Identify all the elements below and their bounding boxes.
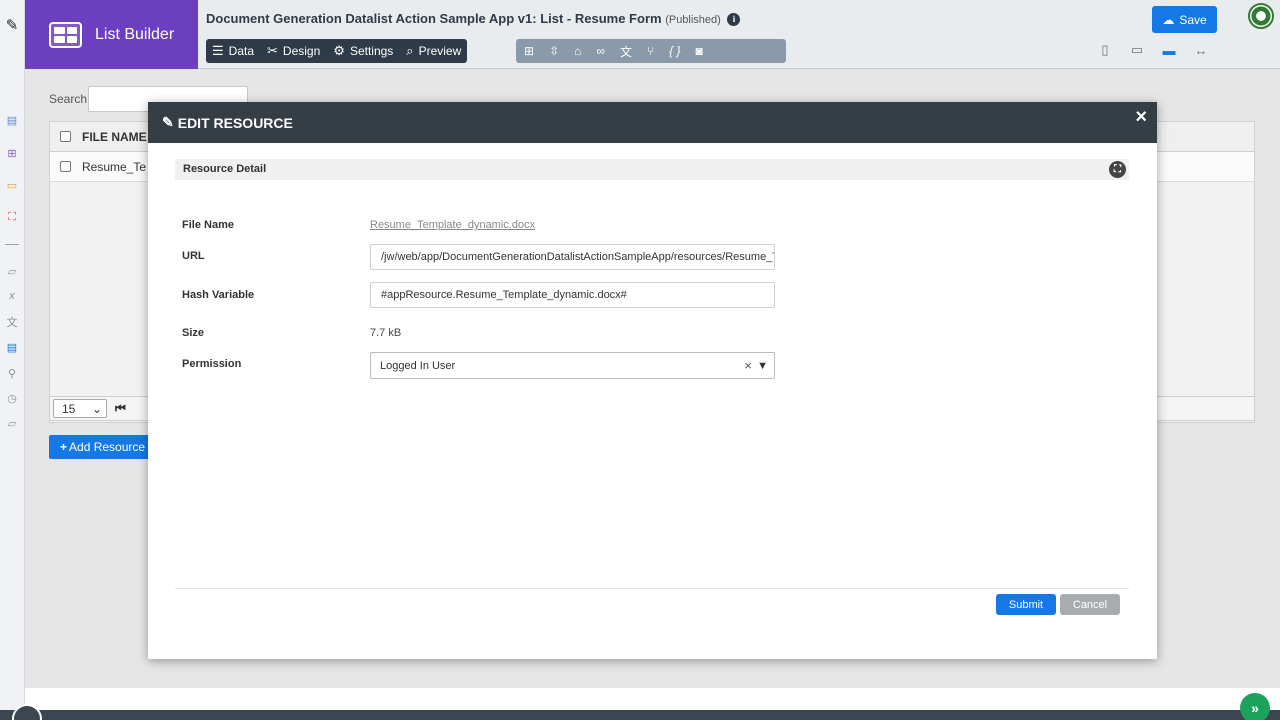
nav-preview[interactable]: ⌕ Preview: [406, 43, 461, 59]
hash-variable-label: Hash Variable: [182, 289, 255, 301]
search-label: Search: [49, 92, 88, 106]
row-checkbox[interactable]: [60, 161, 71, 172]
process-icon[interactable]: ⛶: [5, 210, 19, 224]
expand-arrows-icon[interactable]: »: [1240, 693, 1270, 720]
bottom-white-strip: [25, 688, 1280, 710]
submit-button[interactable]: Submit: [996, 594, 1056, 615]
add-resource-button[interactable]: + Add Resource: [49, 435, 159, 459]
nav-design-label: Design: [282, 44, 321, 58]
file-name-link[interactable]: Resume_Template_dynamic.docx: [370, 219, 535, 231]
rail-divider: [5, 244, 19, 245]
nav-design[interactable]: ✂ Design: [267, 43, 320, 59]
dashboard-icon[interactable]: ◷: [5, 391, 19, 405]
brand-title: List Builder: [95, 25, 175, 43]
pencil-icon: ✎: [162, 114, 174, 130]
cancel-button[interactable]: Cancel: [1060, 594, 1120, 615]
select-all-checkbox[interactable]: [60, 131, 71, 142]
import-icon[interactable]: ⇳: [549, 44, 559, 58]
save-button[interactable]: ☁ Save: [1152, 6, 1217, 33]
phone-icon[interactable]: ▯: [1097, 42, 1113, 58]
url-label: URL: [182, 250, 205, 262]
fullscreen-icon[interactable]: ⛶: [1109, 161, 1126, 178]
list-builder-logo-icon: [49, 21, 82, 48]
edit-icon[interactable]: ✎: [5, 17, 19, 34]
section-header: Resource Detail ⛶: [175, 159, 1129, 180]
glasses-icon[interactable]: ∞: [596, 44, 605, 58]
builder-nav: ☰ Data ✂ Design ⚙ Settings ⌕ Preview: [206, 39, 468, 63]
top-header: List Builder Document Generation Datalis…: [25, 0, 1280, 69]
app-title-text: Document Generation Datalist Action Samp…: [206, 11, 662, 26]
nav-data[interactable]: ☰ Data: [212, 43, 254, 59]
brand-block[interactable]: List Builder: [25, 0, 198, 69]
sitemap-icon[interactable]: ⊞: [524, 44, 534, 58]
chevron-down-icon: ▼: [757, 359, 768, 372]
camera-icon[interactable]: ◙: [696, 44, 703, 58]
file-name-label: File Name: [182, 219, 234, 231]
tablet-icon[interactable]: ▭: [1129, 42, 1145, 58]
nav-settings[interactable]: ⚙ Settings: [333, 43, 393, 59]
resize-icon[interactable]: ↔: [1193, 42, 1209, 58]
userview-icon[interactable]: ▭: [5, 178, 19, 192]
left-icon-rail: ✎ ▤ ⊞ ▭ ⛶ ▱ x 文 ▤ ⚲ ◷ ▱: [0, 0, 25, 720]
resource-icon[interactable]: ▤: [5, 340, 19, 354]
page-size-select[interactable]: 15 ⌄: [53, 399, 107, 418]
plus-icon: +: [60, 440, 68, 454]
save-label: Save: [1179, 12, 1207, 27]
branch-icon[interactable]: ⑂: [647, 44, 654, 58]
export-icon[interactable]: ▱: [5, 416, 19, 430]
permission-label: Permission: [182, 358, 242, 370]
permission-value: Logged In User: [380, 359, 456, 372]
info-icon[interactable]: i: [727, 13, 741, 26]
page-size-value: 15: [62, 401, 76, 416]
device-switcher: ▯ ▭ ▬ ↔: [1097, 42, 1209, 58]
size-value: 7.7 kB: [370, 327, 402, 339]
modal-header: ✎ EDIT RESOURCE ×: [148, 102, 1157, 143]
first-page-icon[interactable]: ⏮: [115, 401, 126, 416]
clear-icon[interactable]: ×: [744, 358, 752, 373]
tool-bar: ⊞ ⇳ ⌂ ∞ 文 ⑂ { } ◙: [516, 39, 786, 63]
variable-icon[interactable]: x: [5, 289, 19, 303]
list-icon: ☰: [212, 43, 224, 58]
nav-preview-label: Preview: [418, 44, 462, 58]
translate-icon[interactable]: 文: [620, 43, 632, 60]
bottom-toolbar: [0, 710, 1280, 720]
gear-icon: ⚙: [333, 43, 345, 58]
laptop-icon[interactable]: ▬: [1161, 42, 1177, 58]
note-icon[interactable]: ▱: [5, 264, 19, 278]
json-icon[interactable]: { }: [669, 44, 680, 58]
modal-title: EDIT RESOURCE: [177, 114, 293, 131]
cell-file-name: Resume_Te: [82, 159, 147, 174]
section-title: Resource Detail: [183, 163, 267, 175]
column-header-file-name: FILE NAME: [82, 129, 147, 144]
chevron-down-icon: ⌄: [91, 401, 102, 416]
user-avatar[interactable]: [1248, 3, 1274, 29]
publish-status: (Published): [665, 14, 721, 26]
add-resource-label: Add Resource: [69, 440, 146, 454]
nav-data-label: Data: [228, 44, 255, 58]
list-builder-icon[interactable]: ⊞: [5, 146, 19, 160]
tools-icon: ✂: [267, 43, 278, 58]
size-label: Size: [182, 327, 205, 339]
translate-icon[interactable]: 文: [5, 315, 19, 329]
cloud-upload-icon: ☁: [1162, 12, 1175, 27]
app-title: Document Generation Datalist Action Samp…: [206, 11, 741, 26]
close-icon[interactable]: ×: [1135, 106, 1147, 129]
nav-settings-label: Settings: [349, 44, 394, 58]
hash-variable-field[interactable]: #appResource.Resume_Template_dynamic.doc…: [370, 282, 775, 308]
permission-select[interactable]: Logged In User × ▼: [370, 352, 775, 379]
plugin-icon[interactable]: ⚲: [5, 366, 19, 380]
url-field[interactable]: /jw/web/app/DocumentGenerationDatalistAc…: [370, 244, 775, 270]
preview-icon: ⌕: [406, 43, 414, 58]
lock-icon[interactable]: ⌂: [574, 44, 581, 58]
modal-footer-divider: [175, 588, 1129, 589]
edit-resource-modal: ✎ EDIT RESOURCE × Resource Detail ⛶ File…: [148, 102, 1157, 659]
document-icon[interactable]: ▤: [5, 113, 19, 127]
